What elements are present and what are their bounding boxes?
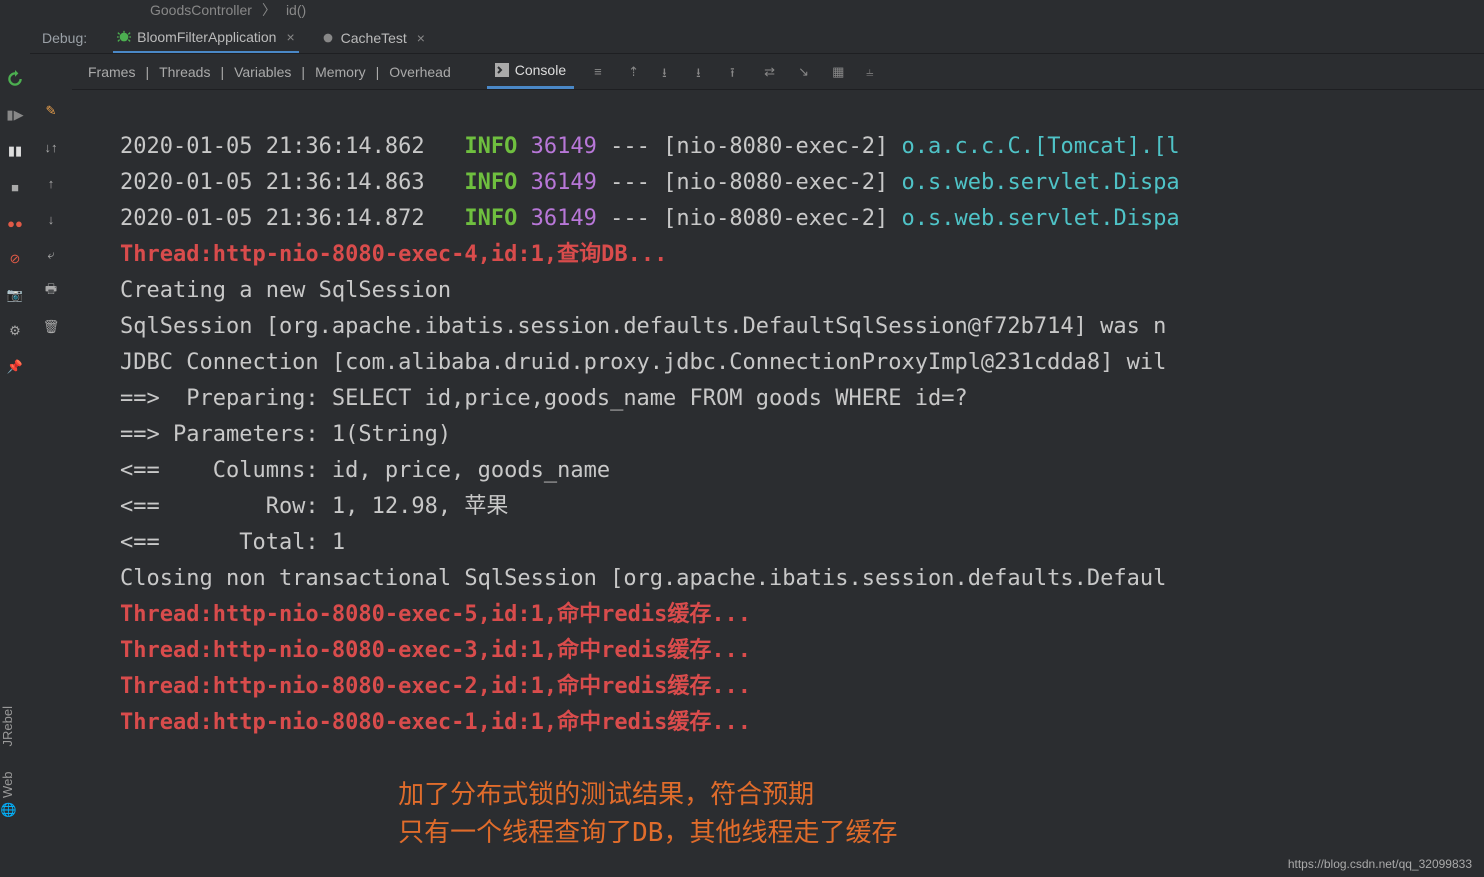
log-line: <== Total: 1 [120,530,345,555]
breadcrumb-item[interactable]: GoodsController [150,2,252,18]
settings2-icon[interactable]: ⫨ [866,64,882,80]
debug-tab-cachetest[interactable]: CacheTest × [317,24,429,52]
side-tab-web[interactable]: 🌐 Web [0,771,15,817]
up-icon[interactable]: ⇡ [628,64,644,80]
download2-icon[interactable]: ⭳ [696,64,712,80]
resume-icon[interactable]: ▮▶ [6,106,24,124]
log-line: ==> Preparing: SELECT id,price,goods_nam… [120,386,968,411]
sort-icon[interactable]: ↓↑ [42,138,60,156]
stop-icon[interactable]: ■ [6,178,24,196]
debug-tab-label: BloomFilterApplication [137,29,276,45]
log-logger: o.a.c.c.C.[Tomcat].[l [902,134,1180,159]
log-line: JDBC Connection [com.alibaba.druid.proxy… [120,350,1166,375]
tab-threads[interactable]: Threads [155,64,214,80]
log-line: Thread:http-nio-8080-exec-1,id:1,命中redis… [120,710,751,735]
log-line: <== Columns: id, price, goods_name [120,458,610,483]
breakpoints-icon[interactable]: ●● [6,214,24,232]
debugger-sub-toolbar: Frames| Threads| Variables| Memory| Over… [72,54,1484,90]
breadcrumb-sep: 〉 [262,0,276,20]
camera-icon[interactable]: 📷 [6,286,24,304]
bug-icon [117,30,131,44]
edit-icon[interactable]: ✎ [42,102,60,120]
pin-icon[interactable]: 📌 [6,358,24,376]
up-arrow-icon[interactable]: ↑ [42,174,60,192]
console-icon [495,63,509,77]
log-line: Closing non transactional SqlSession [or… [120,566,1166,591]
tab-overhead[interactable]: Overhead [385,64,454,80]
tab-console[interactable]: Console [487,54,574,89]
log-timestamp: 2020-01-05 21:36:14.862 [120,134,425,159]
bug-icon [321,31,335,45]
left-rail-console: ✎ ↓↑ ↑ ↓ ⤶ 🖶 🗑 [30,90,72,877]
debug-label: Debug: [30,30,95,46]
log-line: Thread:http-nio-8080-exec-2,id:1,命中redis… [120,674,751,699]
debug-tab-label: CacheTest [341,30,407,46]
debug-tab-bloomfilter[interactable]: BloomFilterApplication × [113,23,298,53]
pause-icon[interactable]: ▮▮ [6,142,24,160]
import-icon[interactable]: ↘ [798,64,814,80]
log-pid: 36149 [531,134,597,159]
tab-variables[interactable]: Variables [230,64,295,80]
settings-icon[interactable]: ⚙ [6,322,24,340]
log-line: ==> Parameters: 1(String) [120,422,451,447]
log-line: SqlSession [org.apache.ibatis.session.de… [120,314,1166,339]
console-tab-label: Console [515,62,566,78]
close-icon[interactable]: × [417,30,425,46]
print-icon[interactable]: 🖶 [42,282,60,300]
annotation: 加了分布式锁的测试结果，符合预期 [398,780,814,810]
down-arrow-icon[interactable]: ↓ [42,210,60,228]
exchange-icon[interactable]: ⇄ [764,64,780,80]
breadcrumb-item[interactable]: id() [286,2,306,18]
log-line: Thread:http-nio-8080-exec-5,id:1,命中redis… [120,602,751,627]
list-icon[interactable]: ≡ [594,64,610,80]
download-icon[interactable]: ⭳ [662,64,678,80]
log-line: Thread:http-nio-8080-exec-3,id:1,命中redis… [120,638,751,663]
log-line: <== Row: 1, 12.98, 苹果 [120,494,508,519]
breadcrumb: GoodsController 〉 id() [150,0,306,20]
log-line: Thread:http-nio-8080-exec-4,id:1,查询DB... [120,242,667,267]
tab-memory[interactable]: Memory [311,64,370,80]
side-tool-tabs: 🌐 Web JRebel [0,706,15,817]
mute-breakpoints-icon[interactable]: ⊘ [6,250,24,268]
trash-icon[interactable]: 🗑 [42,318,60,336]
log-line: Creating a new SqlSession [120,278,451,303]
annotation: 只有一个线程查询了DB，其他线程走了缓存 [398,818,897,848]
close-icon[interactable]: × [286,29,294,45]
rerun-icon[interactable] [6,70,24,88]
console-actions: ≡ ⇡ ⭳ ⭳ ⭱ ⇄ ↘ ▦ ⫨ [594,64,882,80]
debug-toolbar: Debug: BloomFilterApplication × CacheTes… [30,22,1484,54]
log-level: INFO [464,134,517,159]
debugger-views: Frames| Threads| Variables| Memory| Over… [72,64,455,80]
console-output[interactable]: 2020-01-05 21:36:14.862 INFO 36149 --- [… [120,93,1484,857]
tab-frames[interactable]: Frames [84,64,139,80]
side-tab-jrebel[interactable]: JRebel [0,706,15,746]
grid-icon[interactable]: ▦ [832,64,848,80]
watermark: https://blog.csdn.net/qq_32099833 [1288,857,1472,871]
soft-wrap-icon[interactable]: ⤶ [42,246,60,264]
upload-icon[interactable]: ⭱ [730,64,746,80]
